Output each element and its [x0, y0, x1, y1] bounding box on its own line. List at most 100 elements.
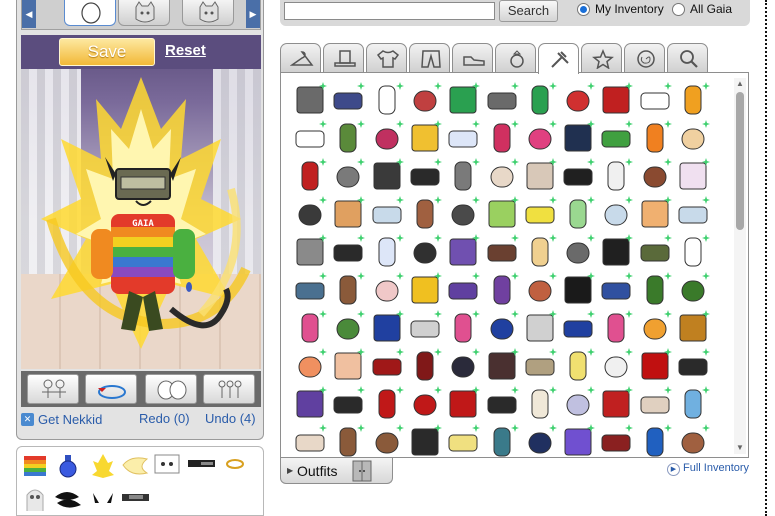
inventory-item[interactable] [293, 234, 327, 269]
inventory-item[interactable] [676, 82, 710, 117]
inventory-item[interactable] [676, 386, 710, 421]
tab-spiral[interactable] [624, 43, 665, 73]
inventory-item[interactable] [599, 272, 634, 307]
inventory-item[interactable] [638, 386, 672, 421]
worn-item-dark-headband[interactable] [121, 491, 149, 516]
inventory-item[interactable] [370, 272, 404, 307]
inventory-item[interactable] [561, 386, 596, 421]
inventory-item[interactable] [676, 120, 710, 155]
inventory-item[interactable] [370, 424, 404, 459]
inventory-item[interactable] [446, 424, 481, 459]
inventory-item[interactable] [408, 348, 442, 383]
inventory-item[interactable] [370, 386, 404, 421]
tab-shirt[interactable] [366, 43, 407, 73]
inventory-item[interactable] [293, 424, 327, 459]
tab-search[interactable] [667, 43, 708, 73]
inventory-item[interactable] [676, 234, 710, 269]
inventory-item[interactable] [638, 234, 672, 269]
inventory-item[interactable] [446, 272, 481, 307]
inventory-item[interactable] [446, 234, 481, 269]
inventory-item[interactable] [485, 310, 519, 345]
inventory-item[interactable] [485, 196, 519, 231]
inventory-item[interactable] [370, 234, 404, 269]
search-button[interactable]: Search [499, 0, 558, 22]
worn-item-angel-wings[interactable] [121, 453, 149, 479]
inventory-item[interactable] [485, 348, 519, 383]
tab-ring[interactable] [495, 43, 536, 73]
inventory-item[interactable] [293, 348, 327, 383]
inventory-item[interactable] [523, 386, 557, 421]
undo-link[interactable]: Undo (4) [205, 411, 256, 426]
inventory-item[interactable] [599, 310, 634, 345]
inventory-item[interactable] [446, 158, 481, 193]
inventory-item[interactable] [561, 120, 596, 155]
inventory-item[interactable] [331, 234, 366, 269]
inventory-item[interactable] [676, 272, 710, 307]
inventory-item[interactable] [638, 272, 672, 307]
carousel-slot-cat[interactable] [118, 0, 170, 26]
full-inventory-link[interactable]: Full Inventory [683, 462, 749, 474]
inventory-item[interactable] [485, 234, 519, 269]
inventory-item[interactable] [331, 348, 366, 383]
inventory-item[interactable] [676, 348, 710, 383]
inventory-item[interactable] [370, 158, 404, 193]
inventory-item[interactable] [446, 386, 481, 421]
inventory-item[interactable] [293, 82, 327, 117]
inventory-item[interactable] [370, 82, 404, 117]
worn-item-gold-ring[interactable] [223, 457, 251, 483]
inventory-item[interactable] [599, 234, 634, 269]
tab-tools[interactable] [538, 43, 579, 74]
inventory-item[interactable] [599, 196, 634, 231]
inventory-item[interactable] [599, 348, 634, 383]
inventory-item[interactable] [331, 424, 366, 459]
tab-hat[interactable] [323, 43, 364, 73]
inventory-item[interactable] [331, 386, 366, 421]
inventory-item[interactable] [446, 82, 481, 117]
inventory-item[interactable] [293, 196, 327, 231]
inventory-item[interactable] [446, 310, 481, 345]
inventory-item[interactable] [293, 120, 327, 155]
inventory-item[interactable] [638, 310, 672, 345]
carousel-next-arrow[interactable]: ▶ [246, 0, 260, 28]
inventory-item[interactable] [676, 196, 710, 231]
inventory-item[interactable] [561, 234, 596, 269]
inventory-item[interactable] [599, 82, 634, 117]
inventory-item[interactable] [561, 348, 596, 383]
inventory-item[interactable] [331, 158, 366, 193]
scope-all-gaia-radio[interactable] [672, 3, 685, 16]
inventory-item[interactable] [523, 424, 557, 459]
inventory-item[interactable] [408, 386, 442, 421]
inventory-item[interactable] [408, 234, 442, 269]
inventory-item[interactable] [561, 158, 596, 193]
tab-hanger[interactable] [280, 43, 321, 73]
inventory-item[interactable] [523, 82, 557, 117]
get-nekkid-link[interactable]: Get Nekkid [38, 412, 102, 427]
worn-item-blue-potion[interactable] [55, 453, 83, 479]
tab-pants[interactable] [409, 43, 450, 73]
outfits-tab[interactable]: ▶ Outfits [280, 458, 393, 484]
tab-star[interactable] [581, 43, 622, 73]
inventory-item[interactable] [638, 424, 672, 459]
search-input[interactable] [284, 2, 495, 20]
inventory-item[interactable] [638, 82, 672, 117]
inventory-item[interactable] [676, 158, 710, 193]
worn-item-yellow-aura[interactable] [89, 453, 117, 479]
redo-link[interactable]: Redo (0) [139, 411, 190, 426]
tab-shoes[interactable] [452, 43, 493, 73]
scroll-up-arrow[interactable]: ▲ [734, 78, 746, 90]
reset-link[interactable]: Reset [165, 42, 206, 59]
inventory-item[interactable] [599, 386, 634, 421]
inventory-item[interactable] [408, 424, 442, 459]
worn-item-white-mask[interactable] [153, 451, 181, 477]
inventory-item[interactable] [408, 272, 442, 307]
save-button[interactable]: Save [59, 38, 155, 66]
inventory-item[interactable] [408, 196, 442, 231]
carousel-slot-cat-alt[interactable] [182, 0, 234, 26]
inventory-item[interactable] [408, 158, 442, 193]
inventory-item[interactable] [408, 310, 442, 345]
inventory-item[interactable] [638, 196, 672, 231]
worn-item-horn-tips[interactable] [89, 491, 117, 516]
scope-my-inventory-radio[interactable] [577, 3, 590, 16]
inventory-item[interactable] [370, 348, 404, 383]
inventory-item[interactable] [485, 386, 519, 421]
